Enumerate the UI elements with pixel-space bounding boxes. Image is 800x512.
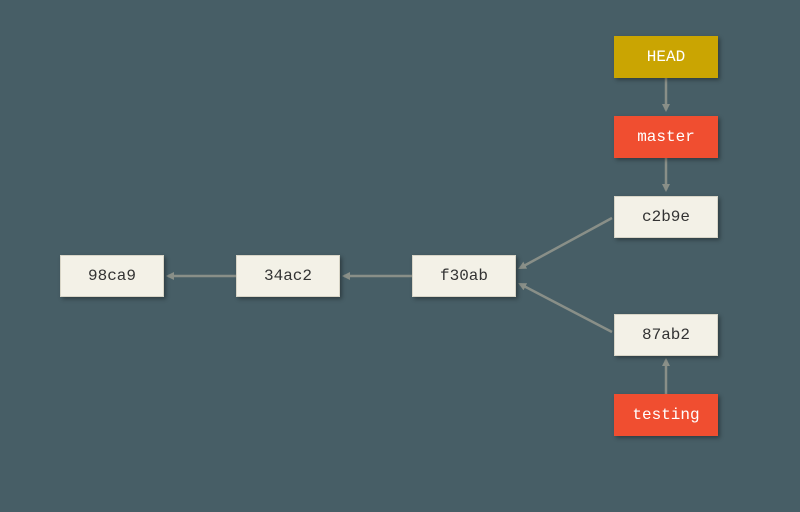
- commit-c2b9e: c2b9e: [614, 196, 718, 238]
- branch-testing-label: testing: [632, 406, 699, 424]
- commit-87ab2: 87ab2: [614, 314, 718, 356]
- head-pointer: HEAD: [614, 36, 718, 78]
- commit-f30ab: f30ab: [412, 255, 516, 297]
- commit-87ab2-label: 87ab2: [642, 326, 690, 344]
- commit-f30ab-label: f30ab: [440, 267, 488, 285]
- branch-testing: testing: [614, 394, 718, 436]
- branch-master-label: master: [637, 128, 695, 146]
- commit-c2b9e-label: c2b9e: [642, 208, 690, 226]
- git-diagram: HEAD master c2b9e 87ab2 testing f30ab 34…: [0, 0, 800, 512]
- arrow-c2b9e-to-f30ab: [520, 218, 612, 268]
- commit-34ac2: 34ac2: [236, 255, 340, 297]
- arrow-87ab2-to-f30ab: [520, 284, 612, 332]
- head-label: HEAD: [647, 48, 685, 66]
- commit-34ac2-label: 34ac2: [264, 267, 312, 285]
- commit-98ca9: 98ca9: [60, 255, 164, 297]
- branch-master: master: [614, 116, 718, 158]
- commit-98ca9-label: 98ca9: [88, 267, 136, 285]
